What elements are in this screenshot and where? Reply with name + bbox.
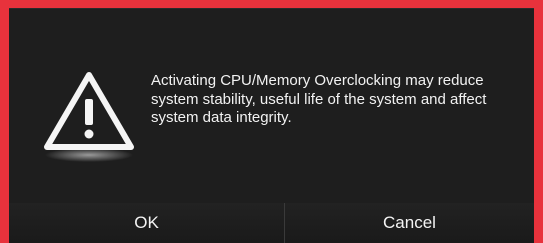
warning-message-line: system stability, useful life of the sys… (151, 90, 487, 108)
dialog-button-bar: OK Cancel (9, 203, 534, 243)
overclock-warning-dialog: Activating CPU/Memory Overclocking may r… (9, 8, 534, 243)
warning-triangle-icon (44, 72, 134, 162)
ok-button[interactable]: OK (9, 203, 284, 243)
warning-message-line: Activating CPU/Memory Overclocking may r… (151, 72, 484, 89)
cancel-button[interactable]: Cancel (284, 203, 534, 243)
warning-message-line: system data integrity. (151, 109, 292, 126)
warning-message: Activating CPU/Memory Overclocking may r… (151, 72, 526, 128)
